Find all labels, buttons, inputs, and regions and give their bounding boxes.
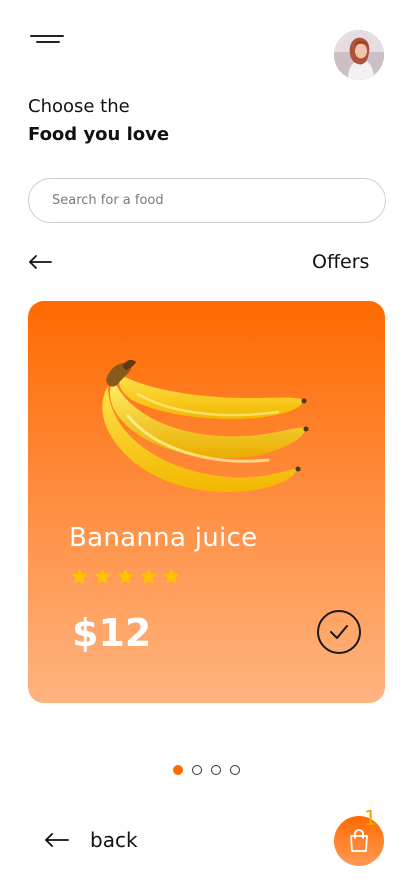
offers-link[interactable]: Offers [312,251,369,273]
product-card[interactable]: Bananna juice $12 [28,301,385,703]
profile-avatar [334,30,384,80]
back-button[interactable]: back [44,828,138,852]
star-icon [94,568,111,584]
avatar[interactable] [334,30,384,80]
menu-icon-line [36,41,60,43]
arrow-left-icon [29,255,52,269]
star-icon [163,568,180,584]
pagination-dot[interactable] [192,765,202,775]
shopping-bag-icon [350,829,368,852]
star-icon [117,568,134,584]
previous-button[interactable] [28,252,52,272]
menu-icon-line [30,35,64,37]
menu-button[interactable] [30,30,66,48]
arrow-left-icon [45,833,69,847]
pagination-dot[interactable] [230,765,240,775]
back-label: back [90,828,138,852]
star-icon [71,568,88,584]
search-input[interactable] [28,178,386,223]
pagination-dot[interactable] [211,765,221,775]
pagination-dots [173,765,240,775]
headline-line-1: Choose the [28,96,130,117]
pagination-dot-active[interactable] [173,765,183,775]
rating-stars [70,567,181,586]
banana-image [102,359,309,492]
product-name: Bananna juice [69,523,258,553]
cart-count-badge: 1 [364,806,377,830]
select-button[interactable] [317,610,361,654]
checkmark-icon [330,625,348,639]
star-icon [140,568,157,584]
product-price: $12 [72,611,152,655]
headline-line-2: Food you love [28,124,170,145]
